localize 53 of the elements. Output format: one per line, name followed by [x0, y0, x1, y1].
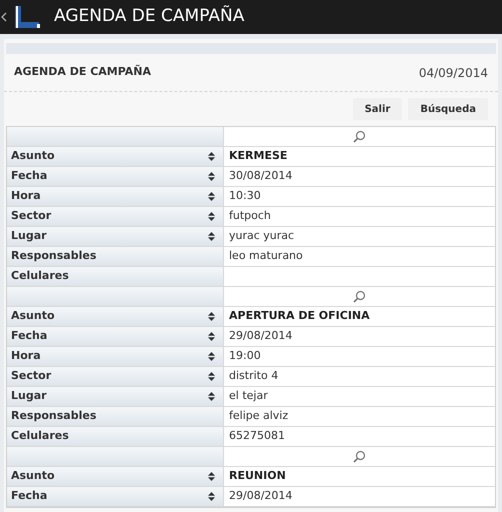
field-label: Asunto — [11, 148, 55, 164]
field-label: Fecha — [11, 488, 48, 504]
sort-icon[interactable] — [208, 232, 215, 241]
field-label: Hora — [11, 348, 41, 364]
sort-icon[interactable] — [208, 192, 215, 201]
sort-icon[interactable] — [208, 352, 215, 361]
app-title: AGENDA DE CAMPAÑA — [54, 4, 244, 28]
page-date: 04/09/2014 — [418, 64, 488, 82]
field-label: Sector — [11, 368, 52, 384]
sort-icon[interactable] — [208, 372, 215, 381]
field-label: Responsables — [11, 408, 96, 424]
field-value: 30/08/2014 — [229, 168, 292, 184]
field-value: yurac yurac — [229, 228, 294, 244]
field-label: Lugar — [11, 388, 47, 404]
back-icon[interactable] — [1, 12, 7, 22]
field-label: Lugar — [11, 228, 47, 244]
field-value: REUNION — [229, 468, 286, 484]
field-label: Sector — [11, 208, 52, 224]
search-icon[interactable] — [353, 290, 366, 303]
field-label: Celulares — [11, 428, 69, 444]
sort-icon[interactable] — [208, 212, 215, 221]
field-value: 19:00 — [229, 348, 261, 364]
field-value: el tejar — [229, 388, 268, 404]
field-value: APERTURA DE OFICINA — [229, 308, 370, 324]
search-icon[interactable] — [353, 450, 366, 463]
field-value: KERMESE — [229, 148, 288, 164]
search-icon[interactable] — [353, 130, 366, 143]
sort-icon[interactable] — [208, 172, 215, 181]
field-label: Celulares — [11, 268, 69, 284]
field-value: 10:30 — [229, 188, 261, 204]
page-title: AGENDA DE CAMPAÑA — [14, 64, 152, 80]
field-value: 29/08/2014 — [229, 488, 292, 504]
toolbar-button[interactable]: Salir — [352, 98, 402, 120]
sort-icon[interactable] — [208, 152, 215, 161]
field-label: Fecha — [11, 168, 48, 184]
field-label: Fecha — [11, 328, 48, 344]
sort-icon[interactable] — [208, 332, 215, 341]
field-value: leo maturano — [229, 248, 303, 264]
field-value: futpoch — [229, 208, 271, 224]
sort-icon[interactable] — [208, 312, 215, 321]
field-value: distrito 4 — [229, 368, 278, 384]
field-label: Responsables — [11, 248, 96, 264]
field-value: felipe alviz — [229, 408, 288, 424]
sort-icon[interactable] — [208, 392, 215, 401]
field-label: Hora — [11, 188, 41, 204]
field-value: 65275081 — [229, 428, 285, 444]
field-label: Asunto — [11, 468, 55, 484]
sort-icon[interactable] — [208, 472, 215, 481]
sort-icon[interactable] — [208, 492, 215, 501]
toolbar-button[interactable]: Búsqueda — [408, 98, 488, 120]
field-label: Asunto — [11, 308, 55, 324]
field-value: 29/08/2014 — [229, 328, 292, 344]
app-logo-icon — [13, 4, 41, 30]
